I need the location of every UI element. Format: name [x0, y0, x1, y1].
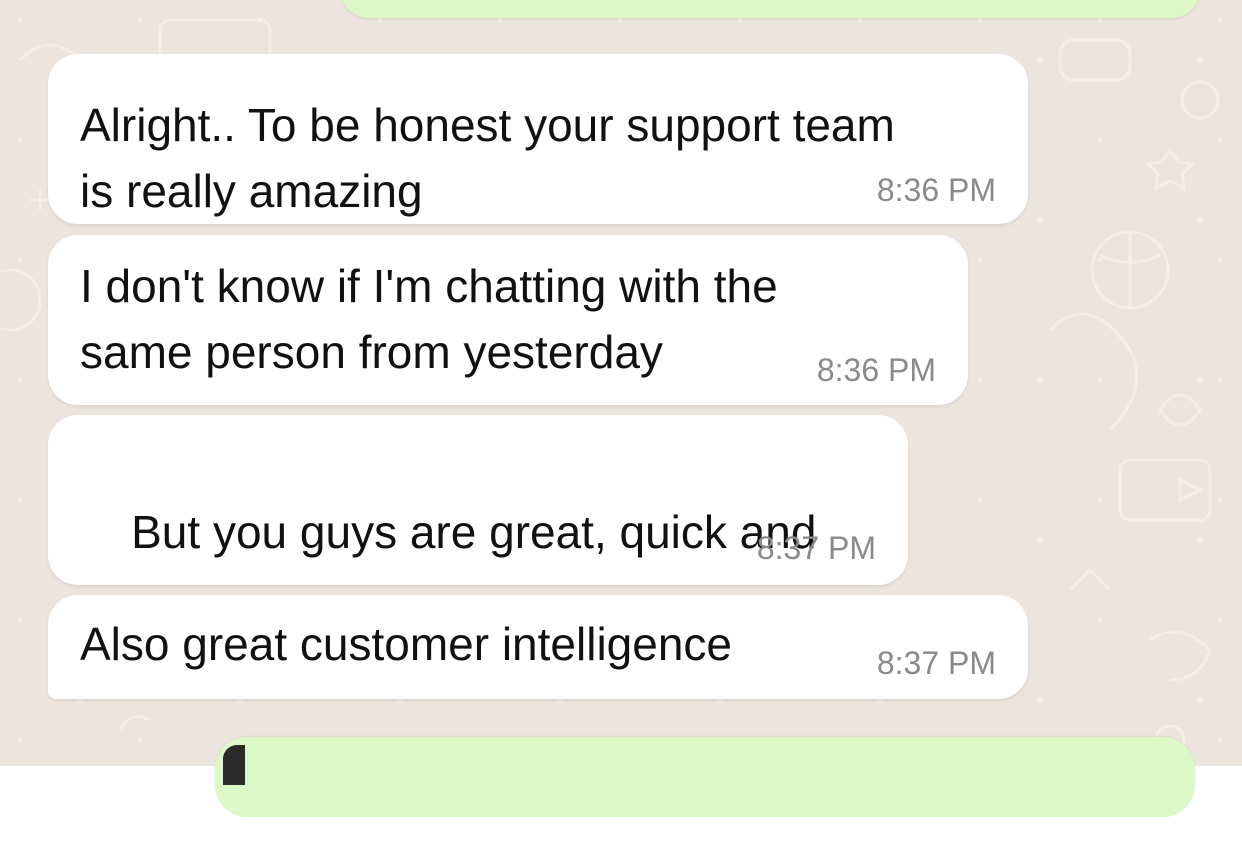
message-text: Alright.. To be honest your support team… [80, 99, 895, 217]
message-text: I don't know if I'm chatting with the sa… [80, 260, 778, 378]
message-timestamp: 8:36 PM [876, 172, 996, 208]
media-thumbnail-edge [223, 745, 245, 785]
incoming-message-bubble[interactable]: I don't know if I'm chatting with the sa… [48, 235, 968, 405]
incoming-message-bubble[interactable]: Alright.. To be honest your support team… [48, 54, 1028, 224]
message-timestamp: 8:37 PM [876, 645, 996, 681]
outgoing-message-bubble-previous[interactable] [340, 0, 1200, 18]
message-timestamp: 8:37 PM [756, 530, 876, 566]
outgoing-message-bubble-next[interactable] [215, 737, 1195, 817]
message-timestamp: 8:36 PM [816, 352, 936, 388]
message-text: Also great customer intelligence [80, 618, 732, 670]
incoming-message-bubble[interactable]: But you guys are great, quick and respon… [48, 415, 908, 693]
incoming-message-bubble[interactable]: Also great customer intelligence 8:37 PM [48, 595, 1028, 699]
